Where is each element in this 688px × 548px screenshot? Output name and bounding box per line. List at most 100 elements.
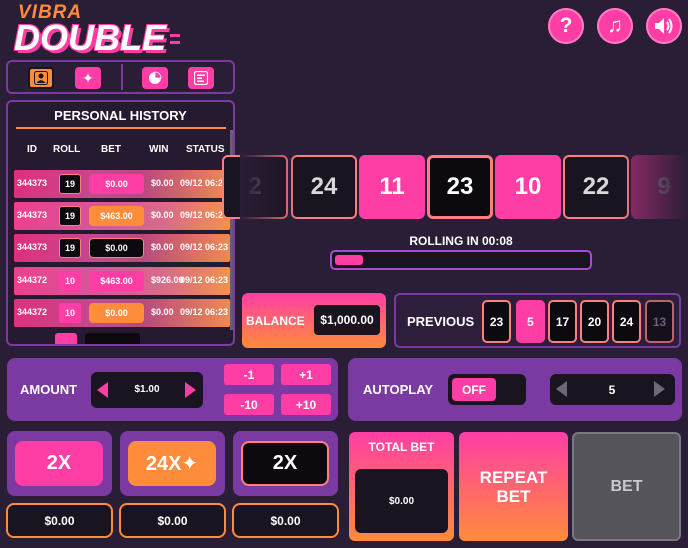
amount-minus-1-button[interactable]: -1 bbox=[224, 364, 274, 385]
row-win: $0.00 bbox=[151, 210, 174, 220]
repeat-bet-label-line2: BET bbox=[496, 486, 531, 506]
row-id: 344373 bbox=[17, 178, 48, 188]
balance-label: BALANCE bbox=[246, 314, 305, 328]
row-id: 344373 bbox=[17, 210, 48, 220]
sparkle-icon: ✦ bbox=[82, 69, 94, 86]
previous-result: 5 bbox=[516, 300, 545, 343]
table-row: 344372 10 $463.00 $926.00 09/12 06:23 bbox=[14, 267, 230, 295]
help-icon: ? bbox=[559, 14, 573, 37]
row-status: 09/12 06:23 bbox=[180, 307, 229, 317]
row-status: 09/12 06:23 bbox=[180, 178, 229, 188]
column-header-id: ID bbox=[27, 144, 37, 155]
bet-2x-pink-button[interactable]: 2X bbox=[15, 441, 103, 486]
repeat-bet-label-line1: REPEAT bbox=[479, 467, 548, 487]
repeat-bet-button[interactable]: REPEAT BET bbox=[459, 432, 568, 541]
row-win: $0.00 bbox=[151, 307, 174, 317]
balance-panel: BALANCE $1,000.00 bbox=[242, 293, 386, 348]
total-bet-panel: TOTAL BET $0.00 bbox=[349, 432, 454, 541]
row-win: $926.00 bbox=[151, 275, 184, 285]
previous-result: 24 bbox=[612, 300, 641, 343]
bet-amount-black: $0.00 bbox=[232, 503, 339, 538]
strip-fade-left bbox=[240, 150, 300, 222]
roulette-tile: 11 bbox=[359, 155, 425, 219]
bet-amount-pink: $0.00 bbox=[6, 503, 113, 538]
table-row: 344372 10 $0.00 $0.00 09/12 06:23 bbox=[14, 299, 230, 327]
tab-leaderboard[interactable] bbox=[188, 67, 214, 89]
sound-button[interactable] bbox=[646, 8, 682, 44]
row-bet: $0.00 bbox=[89, 174, 144, 194]
row-roll: 10 bbox=[59, 303, 81, 323]
autoplay-panel: AUTOPLAY OFF 5 bbox=[348, 358, 682, 421]
logo-double: DOUBLE bbox=[14, 17, 166, 58]
column-header-win: WIN bbox=[149, 144, 169, 155]
rolling-progress-bar bbox=[330, 250, 592, 270]
column-header-bet: BET bbox=[101, 144, 121, 155]
amount-minus-10-button[interactable]: -10 bbox=[224, 394, 274, 415]
autoplay-label: AUTOPLAY bbox=[363, 382, 434, 397]
table-row-partial bbox=[85, 333, 140, 344]
row-bet: $463.00 bbox=[89, 206, 144, 226]
balance-value: $1,000.00 bbox=[314, 305, 380, 335]
personal-history-panel: PERSONAL HISTORY ID ROLL BET WIN STATUS … bbox=[6, 100, 235, 346]
row-win: $0.00 bbox=[151, 242, 174, 252]
help-button[interactable]: ? bbox=[548, 8, 584, 44]
amount-plus-10-button[interactable]: +10 bbox=[281, 394, 331, 415]
amount-label: AMOUNT bbox=[20, 382, 78, 397]
tab-special[interactable]: ✦ bbox=[75, 67, 101, 89]
tab-stats[interactable] bbox=[142, 67, 168, 89]
history-tabs: ✦ bbox=[6, 60, 235, 94]
row-bet: $463.00 bbox=[89, 271, 144, 291]
row-roll: 19 bbox=[59, 174, 81, 194]
table-row-partial bbox=[55, 333, 77, 344]
amount-plus-1-button[interactable]: +1 bbox=[281, 364, 331, 385]
autoplay-toggle[interactable]: OFF bbox=[448, 374, 526, 405]
amount-increase-arrow-icon[interactable] bbox=[185, 382, 196, 398]
row-roll: 19 bbox=[59, 238, 81, 258]
amount-control: $1.00 bbox=[91, 372, 203, 408]
roulette-tile-center: 23 bbox=[427, 155, 493, 219]
roulette-tile: 10 bbox=[495, 155, 561, 219]
previous-result: 23 bbox=[482, 300, 511, 343]
column-header-status: STATUS bbox=[186, 144, 225, 155]
row-status: 09/12 06:23 bbox=[180, 210, 229, 220]
bet-amount-orange: $0.00 bbox=[119, 503, 226, 538]
autoplay-toggle-state: OFF bbox=[452, 378, 496, 401]
row-bet: $0.00 bbox=[89, 238, 144, 258]
row-id: 344373 bbox=[17, 242, 48, 252]
previous-result: 13 bbox=[645, 300, 674, 343]
amount-value: $1.00 bbox=[134, 384, 160, 395]
autoplay-count-control: 5 bbox=[550, 374, 675, 405]
table-row: 344373 19 $0.00 $0.00 09/12 06:23 bbox=[14, 234, 230, 262]
table-row: 344373 19 $463.00 $0.00 09/12 06:23 bbox=[14, 202, 230, 230]
user-icon bbox=[34, 71, 48, 85]
table-row: 344373 19 $0.00 $0.00 09/12 06:23 bbox=[14, 170, 230, 198]
pie-chart-icon bbox=[149, 71, 162, 84]
previous-results-panel: PREVIOUS 23 5 17 20 24 13 bbox=[394, 293, 681, 348]
amount-panel: AMOUNT $1.00 -1 +1 -10 +10 bbox=[7, 358, 338, 421]
row-status: 09/12 06:23 bbox=[180, 242, 229, 252]
history-title: PERSONAL HISTORY bbox=[54, 108, 187, 123]
strip-fade-right bbox=[620, 150, 688, 222]
roulette-tile: 24 bbox=[291, 155, 357, 219]
bet-button[interactable]: BET bbox=[572, 432, 681, 541]
autoplay-decrease-arrow-icon[interactable] bbox=[556, 381, 567, 397]
autoplay-increase-arrow-icon[interactable] bbox=[654, 381, 665, 397]
previous-label: PREVIOUS bbox=[407, 314, 475, 329]
row-id: 344372 bbox=[17, 307, 48, 317]
row-roll: 19 bbox=[59, 206, 81, 226]
total-bet-label: TOTAL BET bbox=[368, 440, 435, 454]
bet-24x-button[interactable]: 24X✦ bbox=[128, 441, 216, 486]
bet-option-card: 2X bbox=[233, 431, 338, 496]
bet-option-card: 24X✦ bbox=[120, 431, 225, 496]
bet-2x-black-button[interactable]: 2X bbox=[241, 441, 329, 486]
music-button[interactable]: ♫ bbox=[597, 8, 633, 44]
speaker-icon bbox=[655, 18, 673, 34]
row-bet: $0.00 bbox=[89, 303, 144, 323]
rolling-countdown: ROLLING IN 00:08 bbox=[409, 234, 513, 248]
tab-personal[interactable] bbox=[28, 67, 54, 89]
previous-result: 20 bbox=[580, 300, 609, 343]
music-icon: ♫ bbox=[607, 14, 623, 37]
rolling-progress-fill bbox=[335, 255, 363, 265]
column-header-roll: ROLL bbox=[53, 144, 81, 155]
amount-decrease-arrow-icon[interactable] bbox=[97, 382, 108, 398]
